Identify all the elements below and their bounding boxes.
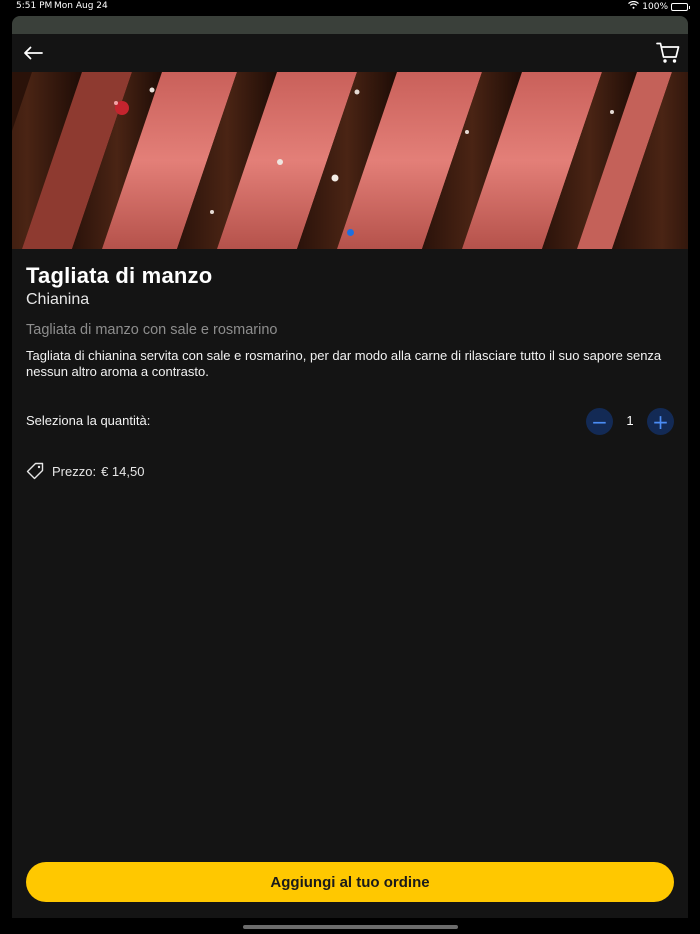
add-to-order-button[interactable]: Aggiungi al tuo ordine — [26, 862, 674, 902]
steak-photo — [12, 72, 688, 249]
plus-icon: + — [652, 409, 669, 434]
status-right: 100% — [628, 0, 690, 12]
status-date: Mon Aug 24 — [54, 1, 108, 11]
quantity-value: 1 — [626, 413, 634, 428]
price-label: Prezzo: — [52, 463, 97, 479]
status-time: 5:51 PM — [16, 1, 53, 11]
arrow-left-icon — [24, 46, 43, 60]
quantity-label: Seleziona la quantità: — [26, 413, 151, 428]
cart-button[interactable] — [654, 39, 682, 67]
cart-icon — [656, 42, 680, 63]
carousel-dot-active[interactable] — [346, 229, 354, 236]
battery-percent: 100% — [642, 1, 668, 12]
carousel-page-indicator — [0, 229, 700, 236]
price-row: Prezzo: € 14,50 — [26, 462, 144, 480]
price-tag-icon — [26, 462, 44, 480]
sheet-handle-area — [12, 16, 688, 34]
price-value: € 14,50 — [101, 463, 145, 479]
battery-icon — [671, 2, 690, 11]
product-image-carousel[interactable] — [12, 72, 688, 249]
back-button[interactable] — [20, 40, 46, 66]
quantity-increase-button[interactable]: + — [647, 408, 674, 435]
quantity-decrease-button[interactable]: − — [586, 408, 613, 435]
product-title: Tagliata di manzo — [26, 263, 213, 288]
status-bar: 5:51 PM Mon Aug 24 100% — [0, 0, 700, 14]
product-short-description: Tagliata di manzo con sale e rosmarino — [26, 322, 278, 338]
minus-icon: − — [591, 409, 608, 434]
product-subtitle: Chianina — [26, 291, 90, 308]
product-description: Tagliata di chianina servita con sale e … — [26, 348, 662, 379]
home-indicator[interactable] — [243, 925, 458, 929]
nav-bar — [12, 34, 688, 72]
wifi-icon — [628, 0, 640, 12]
add-to-order-label: Aggiungi al tuo ordine — [270, 873, 430, 891]
